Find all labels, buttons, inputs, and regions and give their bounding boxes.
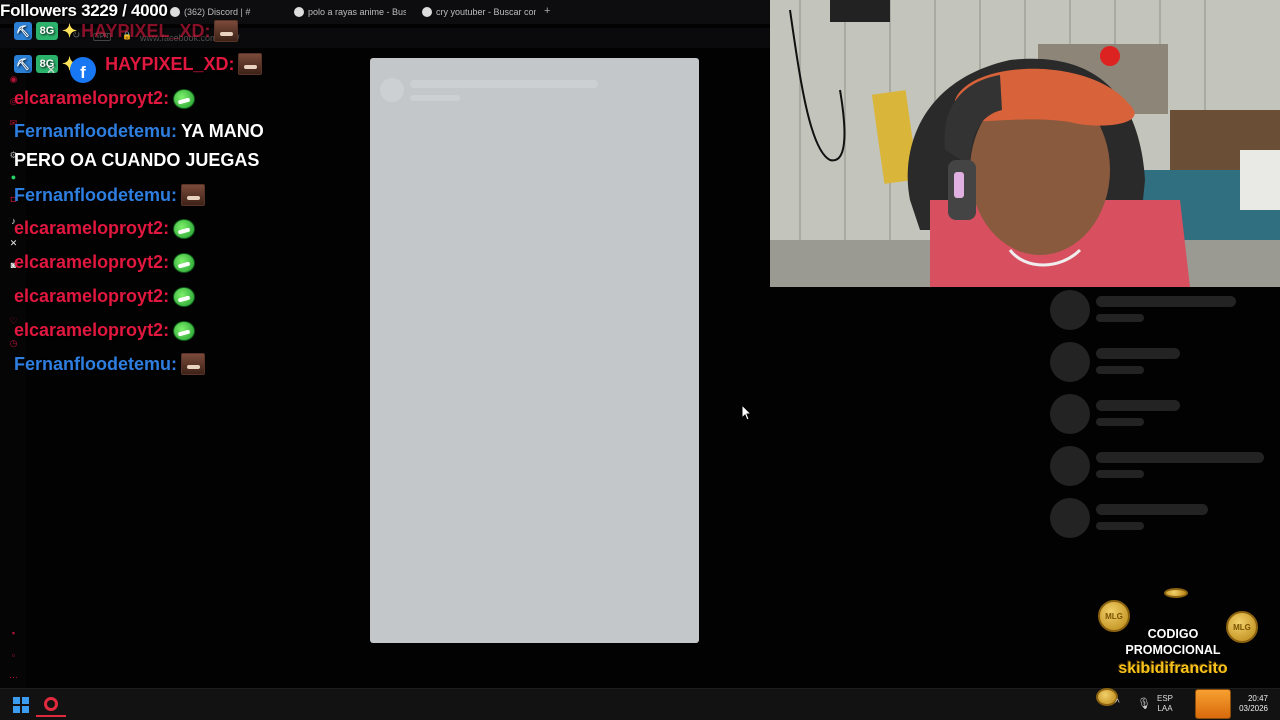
lang-layout: LAA	[1157, 704, 1173, 713]
face-emote-icon	[214, 20, 239, 42]
skeleton-contact	[1050, 446, 1270, 488]
skeleton-contact	[1050, 394, 1270, 436]
windows-start-icon[interactable]	[13, 697, 29, 713]
tab-discord[interactable]: (362) Discord | #	[170, 5, 280, 19]
stream-screen: (362) Discord | # polo a rayas anime - B…	[0, 0, 1280, 720]
chat-username: Fernanfloodetemu:	[14, 121, 178, 141]
clock-time: 20:47	[1247, 694, 1268, 703]
lang-code: ESP	[1157, 694, 1174, 703]
chat-message: elcarameloproyt2:	[14, 286, 196, 307]
sidebar-x-icon[interactable]: ✕	[8, 238, 19, 249]
chat-message: elcarameloproyt2:	[14, 218, 196, 239]
microphone-icon[interactable]: 🎙	[1137, 697, 1151, 710]
pickaxe-badge-icon: ⛏	[14, 55, 32, 73]
opera-icon	[44, 697, 58, 711]
pickaxe-badge-icon: ⛏	[14, 22, 32, 40]
tab-label: (362) Discord | #	[184, 7, 251, 17]
chat-username: elcarameloproyt2:	[14, 286, 170, 306]
face-emote-icon	[238, 53, 263, 75]
chat-message: ⛏ 8G ✦ HAYPIXEL_XD:	[14, 20, 239, 42]
face-emote-icon	[181, 184, 206, 206]
sidebar-gx-icon[interactable]: ▫	[8, 650, 19, 661]
tab-polo-search[interactable]: polo a rayas anime - Busc	[294, 5, 406, 19]
google-favicon-icon	[422, 7, 432, 17]
green-emote-icon	[173, 88, 196, 109]
mouse-cursor-icon	[742, 405, 752, 421]
face-emote-icon	[181, 353, 206, 375]
chat-username: elcarameloproyt2:	[14, 252, 170, 272]
webcam-image	[770, 0, 1280, 287]
tab-label: cry youtuber - Buscar con	[436, 7, 536, 17]
chat-message: Fernanfloodetemu:	[14, 353, 206, 375]
clock-date: 03/2026	[1239, 704, 1268, 713]
promo-code: skibidifrancito	[1118, 660, 1228, 677]
new-tab-button[interactable]: +	[544, 5, 550, 17]
loading-post-card	[370, 58, 699, 643]
promo-label: PROMOCIONAL	[1125, 643, 1221, 657]
skeleton-contact	[1050, 290, 1270, 332]
green-emote-icon	[173, 286, 196, 307]
badge-8g: 8G	[36, 22, 58, 40]
chat-text: PERO OA CUANDO JUEGAS	[14, 150, 260, 170]
skeleton-line	[410, 95, 460, 101]
chat-username: HAYPIXEL_XD:	[105, 53, 235, 74]
chat-username: elcarameloproyt2:	[14, 88, 170, 108]
system-clock[interactable]: 20:47 03/2026	[1226, 694, 1268, 714]
chat-message: Fernanfloodetemu:	[14, 184, 206, 206]
skeleton-contact	[1050, 342, 1270, 384]
chat-message: PERO OA CUANDO JUEGAS	[14, 150, 259, 171]
chat-message: Fernanfloodetemu: YA MANO	[14, 121, 264, 142]
opera-gx-taskbar-button[interactable]	[36, 693, 66, 717]
promo-label: CODIGO	[1147, 627, 1199, 641]
sidebar-whatsapp-icon[interactable]: ●	[8, 172, 19, 183]
chat-message: elcarameloproyt2:	[14, 252, 196, 273]
chat-message: elcarameloproyt2:	[14, 88, 196, 109]
tab-cry-search[interactable]: cry youtuber - Buscar con	[422, 5, 536, 19]
sidebar-bottom-icon[interactable]: ▪	[8, 628, 19, 639]
chat-username: elcarameloproyt2:	[14, 320, 170, 340]
chat-username: Fernanfloodetemu:	[14, 184, 178, 205]
tab-label: polo a rayas anime - Busc	[308, 7, 406, 17]
skeleton-line	[410, 80, 598, 88]
tray-chevron-up-icon[interactable]: ^	[1115, 698, 1120, 709]
sidebar-red-icon[interactable]: ◉	[8, 74, 19, 85]
discord-favicon-icon	[170, 7, 180, 17]
chat-text: YA MANO	[181, 121, 264, 141]
chat-message: elcarameloproyt2:	[14, 320, 196, 341]
google-favicon-icon	[294, 7, 304, 17]
chat-username: HAYPIXEL_XD:	[81, 20, 211, 41]
green-emote-icon	[173, 252, 196, 273]
webcam-feed	[770, 0, 1280, 287]
skeleton-avatar	[380, 78, 404, 102]
chat-username: Fernanfloodetemu:	[14, 353, 178, 374]
language-indicator[interactable]: ESP LAA	[1157, 694, 1173, 714]
taskbar: ^ 🎙 ESP LAA 20:47 03/2026	[0, 688, 1280, 720]
chat-username: elcarameloproyt2:	[14, 218, 170, 238]
facebook-icon[interactable]: f	[70, 57, 96, 83]
coin-icon	[1164, 588, 1188, 598]
sparkle-icon: ✦	[62, 20, 78, 41]
green-emote-icon	[173, 218, 196, 239]
green-emote-icon	[173, 320, 196, 341]
promo-code-overlay: CODIGO PROMOCIONAL skibidifrancito	[1098, 626, 1248, 680]
sidebar-more-icon[interactable]: ⋯	[8, 672, 19, 683]
close-icon[interactable]: ✕	[46, 63, 56, 77]
skeleton-contact	[1050, 498, 1270, 540]
followers-goal: Followers 3229 / 4000	[0, 1, 168, 20]
